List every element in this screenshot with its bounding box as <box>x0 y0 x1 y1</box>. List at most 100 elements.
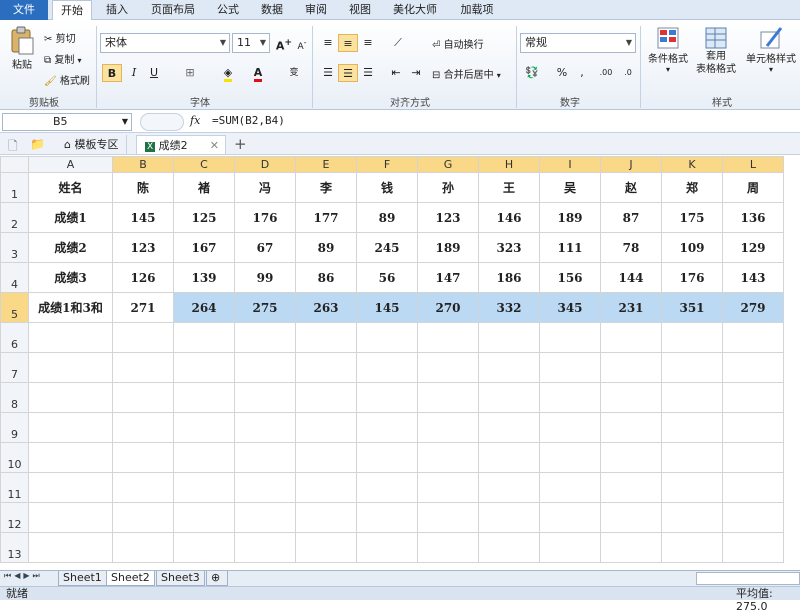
row-header-4[interactable]: 4 <box>0 262 29 293</box>
cell-i13[interactable] <box>539 532 601 563</box>
cell-j11[interactable] <box>600 472 662 503</box>
cell-b1[interactable]: 陈 <box>112 172 174 203</box>
align-middle-button[interactable]: ≡ <box>338 34 358 52</box>
cell-f10[interactable] <box>356 442 418 473</box>
tab-formulas[interactable]: 公式 <box>208 0 248 20</box>
column-header-k[interactable]: K <box>661 156 723 173</box>
cell-l6[interactable] <box>722 322 784 353</box>
cell-i12[interactable] <box>539 502 601 533</box>
cell-a12[interactable] <box>28 502 113 533</box>
align-center-button[interactable]: ☰ <box>338 64 358 82</box>
tab-insert[interactable]: 插入 <box>96 0 138 20</box>
cell-d6[interactable] <box>234 322 296 353</box>
copy-button[interactable]: ⧉ 复制 ▾ <box>44 51 82 67</box>
cell-g13[interactable] <box>417 532 479 563</box>
doc-tab-templates[interactable]: ⌂ 模板专区 <box>56 135 128 154</box>
cell-a1[interactable]: 姓名 <box>28 172 113 203</box>
row-header-7[interactable]: 7 <box>0 352 29 383</box>
cell-k11[interactable] <box>661 472 723 503</box>
cell-j12[interactable] <box>600 502 662 533</box>
conditional-format-button[interactable]: 条件格式 ▾ <box>644 26 692 74</box>
paste-button[interactable]: 粘贴 <box>6 26 38 86</box>
cell-l11[interactable] <box>722 472 784 503</box>
cell-i5[interactable]: 345 <box>539 292 601 323</box>
cell-i11[interactable] <box>539 472 601 503</box>
cell-h10[interactable] <box>478 442 540 473</box>
cell-i3[interactable]: 111 <box>539 232 601 263</box>
column-header-e[interactable]: E <box>295 156 357 173</box>
cell-f13[interactable] <box>356 532 418 563</box>
cell-f4[interactable]: 56 <box>356 262 418 293</box>
cell-c7[interactable] <box>173 352 235 383</box>
sheet-tab-3[interactable]: Sheet3 <box>156 571 205 586</box>
cell-b11[interactable] <box>112 472 174 503</box>
cell-i6[interactable] <box>539 322 601 353</box>
increase-indent-button[interactable]: ⇥ <box>406 64 426 82</box>
cell-f7[interactable] <box>356 352 418 383</box>
cell-k3[interactable]: 109 <box>661 232 723 263</box>
cell-k8[interactable] <box>661 382 723 413</box>
increase-decimal-button[interactable]: .00 <box>596 64 616 82</box>
row-header-13[interactable]: 13 <box>0 532 29 563</box>
cell-d12[interactable] <box>234 502 296 533</box>
column-header-i[interactable]: I <box>539 156 601 173</box>
cell-f12[interactable] <box>356 502 418 533</box>
cell-a3[interactable]: 成绩2 <box>28 232 113 263</box>
column-header-b[interactable]: B <box>112 156 174 173</box>
cell-j4[interactable]: 144 <box>600 262 662 293</box>
cell-h7[interactable] <box>478 352 540 383</box>
cell-e1[interactable]: 李 <box>295 172 357 203</box>
cell-k13[interactable] <box>661 532 723 563</box>
cell-e6[interactable] <box>295 322 357 353</box>
cell-b12[interactable] <box>112 502 174 533</box>
column-header-j[interactable]: J <box>600 156 662 173</box>
cell-a11[interactable] <box>28 472 113 503</box>
close-icon[interactable]: ✕ <box>210 136 219 155</box>
cell-k12[interactable] <box>661 502 723 533</box>
cell-a8[interactable] <box>28 382 113 413</box>
cell-l2[interactable]: 136 <box>722 202 784 233</box>
cell-k1[interactable]: 郑 <box>661 172 723 203</box>
align-right-button[interactable]: ☰ <box>358 64 378 82</box>
file-tab[interactable]: 文件 <box>0 0 48 21</box>
column-header-g[interactable]: G <box>417 156 479 173</box>
cell-i1[interactable]: 吴 <box>539 172 601 203</box>
percent-button[interactable]: % <box>552 64 572 82</box>
cell-j7[interactable] <box>600 352 662 383</box>
underline-button[interactable]: U <box>144 64 164 82</box>
cell-j9[interactable] <box>600 412 662 443</box>
cell-g11[interactable] <box>417 472 479 503</box>
cell-i2[interactable]: 189 <box>539 202 601 233</box>
folder-icon[interactable]: 📁 <box>30 137 45 151</box>
cell-k7[interactable] <box>661 352 723 383</box>
cell-l3[interactable]: 129 <box>722 232 784 263</box>
tab-view[interactable]: 视图 <box>340 0 380 20</box>
cell-l5[interactable]: 279 <box>722 292 784 323</box>
cell-b13[interactable] <box>112 532 174 563</box>
orientation-button[interactable]: ⟋ <box>388 34 408 52</box>
tab-addins[interactable]: 加载项 <box>450 0 504 20</box>
cell-h5[interactable]: 332 <box>478 292 540 323</box>
cell-e12[interactable] <box>295 502 357 533</box>
cell-l4[interactable]: 143 <box>722 262 784 293</box>
cell-i10[interactable] <box>539 442 601 473</box>
format-painter-button[interactable]: 🖌 格式刷 <box>44 72 90 88</box>
cell-d8[interactable] <box>234 382 296 413</box>
cell-a4[interactable]: 成绩3 <box>28 262 113 293</box>
cell-g2[interactable]: 123 <box>417 202 479 233</box>
cell-l8[interactable] <box>722 382 784 413</box>
cell-l9[interactable] <box>722 412 784 443</box>
cell-styles-button[interactable]: 单元格样式 ▾ <box>742 26 800 74</box>
cell-i8[interactable] <box>539 382 601 413</box>
cell-e9[interactable] <box>295 412 357 443</box>
cell-b2[interactable]: 145 <box>112 202 174 233</box>
tab-home[interactable]: 开始 <box>52 0 92 21</box>
cell-b8[interactable] <box>112 382 174 413</box>
row-header-6[interactable]: 6 <box>0 322 29 353</box>
cell-g9[interactable] <box>417 412 479 443</box>
format-as-table-button[interactable]: 套用 表格格式 <box>692 26 740 76</box>
cell-a13[interactable] <box>28 532 113 563</box>
cell-h8[interactable] <box>478 382 540 413</box>
cell-a7[interactable] <box>28 352 113 383</box>
cell-k9[interactable] <box>661 412 723 443</box>
